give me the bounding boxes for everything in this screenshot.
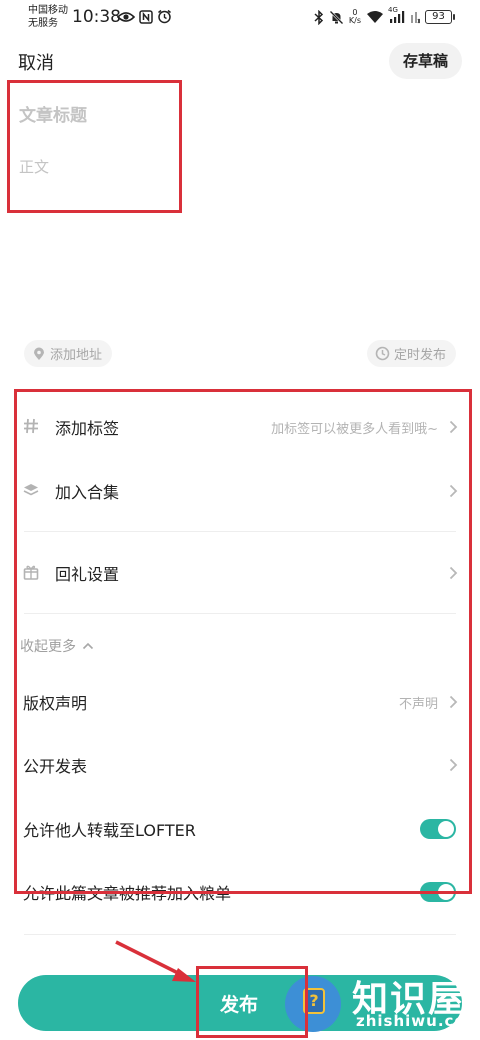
status-left-icons [117, 9, 172, 24]
status-time: 10:38 [72, 7, 121, 27]
nfc-icon [139, 9, 153, 24]
annotation-box-options [14, 389, 472, 894]
alarm-icon [157, 9, 172, 24]
clock-icon [375, 346, 390, 361]
carrier-service: 无服务 [28, 18, 58, 29]
bluetooth-icon [314, 9, 324, 25]
carrier-info: 中国移动 无服务 [28, 4, 68, 30]
divider [24, 934, 456, 935]
location-pin-icon [32, 347, 46, 361]
signal-4g-icon: 4G [388, 6, 405, 24]
bell-muted-icon [329, 10, 344, 25]
schedule-publish-label: 定时发布 [393, 348, 446, 363]
signal-empty-icon [410, 10, 420, 24]
annotation-arrow [115, 940, 196, 982]
watermark-brand-url: zhishiwu.com [356, 1012, 480, 1030]
battery-indicator: 93 [425, 10, 455, 24]
signal-type-label: 4G [388, 6, 398, 14]
cancel-button[interactable]: 取消 [18, 49, 54, 75]
schedule-publish-chip[interactable]: 定时发布 [366, 340, 456, 367]
carrier-name: 中国移动 [28, 5, 68, 16]
save-draft-button[interactable]: 存草稿 [388, 43, 462, 79]
wifi-icon [366, 10, 384, 24]
add-location-label: 添加地址 [50, 348, 103, 363]
watermark-registered-mark: ® [462, 972, 474, 986]
annotation-box-publish [196, 966, 308, 1038]
annotation-box-editor [7, 80, 182, 213]
eye-icon [117, 9, 135, 24]
add-location-chip[interactable]: 添加地址 [24, 340, 113, 367]
status-bar: 中国移动 无服务 10:38 0 K/s 4G 93 [0, 0, 480, 36]
net-speed-unit: K/s [348, 16, 361, 25]
net-speed: 0 K/s [349, 9, 361, 25]
status-right-icons: 0 K/s 4G 93 [314, 6, 455, 25]
